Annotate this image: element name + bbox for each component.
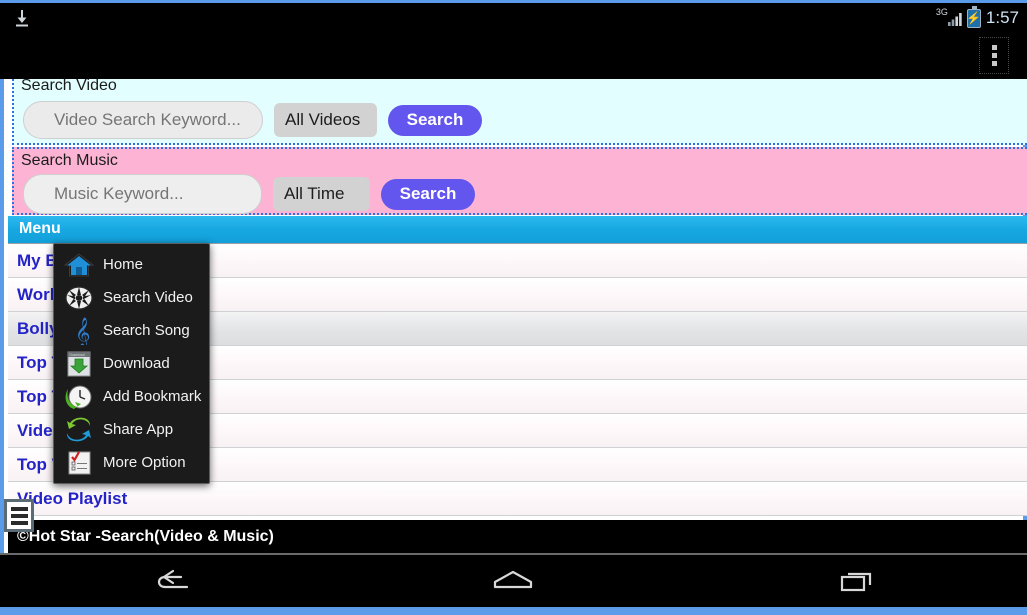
overflow-menu-icon[interactable] — [979, 37, 1009, 74]
checklist-icon — [64, 449, 94, 477]
app-action-bar — [0, 32, 1027, 79]
search-video-section: Search Video All Videos Search — [12, 79, 1027, 145]
status-bar: 3G ⚡ 1:57 — [0, 3, 1027, 32]
video-search-button[interactable]: Search — [388, 104, 482, 136]
android-device-screen: 3G ⚡ 1:57 Search Video Video Search Keyw… — [0, 0, 1027, 615]
popup-menu-item-label: Add Bookmark — [103, 388, 202, 405]
share-arrows-icon — [64, 416, 94, 444]
download-icon: Download — [64, 350, 94, 378]
popup-menu-item-more-option[interactable]: More Option — [54, 446, 209, 479]
music-search-button[interactable]: Search — [381, 178, 475, 210]
svg-text:𝄞: 𝄞 — [75, 317, 90, 345]
search-music-section: Search Music All Time Search — [12, 147, 1027, 215]
footer-text: ©Hot Star -Search(Video & Music) — [17, 527, 274, 545]
back-arrow-icon[interactable] — [111, 559, 231, 603]
video-filter-select[interactable]: All Videos — [274, 103, 377, 137]
download-arrow-icon — [12, 8, 32, 28]
video-search-input[interactable] — [23, 101, 263, 139]
home-outline-icon[interactable] — [453, 559, 573, 603]
music-clef-icon: 𝄞 — [64, 317, 94, 349]
system-navigation-bar — [0, 553, 1027, 607]
popup-menu-item-label: Download — [103, 355, 170, 372]
status-indicators: 3G ⚡ 1:57 — [936, 5, 1019, 31]
search-music-legend: Search Music — [21, 152, 118, 169]
music-search-input[interactable] — [23, 174, 262, 214]
webview-content: Search Video All Videos Search Search Mu… — [0, 79, 1027, 553]
film-reel-icon — [64, 284, 94, 312]
popup-menu-item-download[interactable]: Download Download — [54, 347, 209, 380]
bottom-accent-line — [0, 607, 1027, 615]
popup-menu-item-label: More Option — [103, 454, 186, 471]
popup-menu-item-label: Share App — [103, 421, 174, 438]
popup-menu-item-label: Search Video — [103, 289, 193, 306]
menu-header-title: Menu — [19, 220, 61, 237]
popup-menu-item-search-song[interactable]: 𝄞 Search Song — [54, 314, 209, 349]
popup-menu-item-label: Search Song — [103, 322, 190, 339]
recent-apps-icon[interactable] — [796, 559, 916, 603]
status-clock: 1:57 — [985, 8, 1019, 27]
battery-charging-icon: ⚡ — [966, 5, 981, 28]
list-item[interactable]: Video Playlist — [8, 482, 1027, 516]
popup-menu-item-home[interactable]: Home — [54, 248, 209, 281]
signal-bars-icon: 3G — [935, 7, 962, 28]
music-filter-select[interactable]: All Time — [273, 177, 370, 211]
clock-bookmark-icon — [64, 383, 94, 411]
network-type-label: 3G — [935, 7, 948, 17]
page-footer: ©Hot Star -Search(Video & Music) — [8, 520, 1027, 553]
search-video-legend: Search Video — [21, 79, 117, 94]
hamburger-menu-icon[interactable] — [4, 499, 34, 532]
popup-menu: Home Search Video 𝄞 Search Song Download… — [53, 243, 210, 484]
popup-menu-item-share-app[interactable]: Share App — [54, 413, 209, 446]
popup-menu-item-add-bookmark[interactable]: Add Bookmark — [54, 380, 209, 413]
home-icon — [63, 251, 95, 279]
popup-menu-item-label: Home — [103, 256, 144, 273]
popup-menu-item-search-video[interactable]: Search Video — [54, 281, 209, 314]
menu-header-bar: Menu — [8, 216, 1027, 244]
svg-text:Download: Download — [70, 353, 85, 357]
